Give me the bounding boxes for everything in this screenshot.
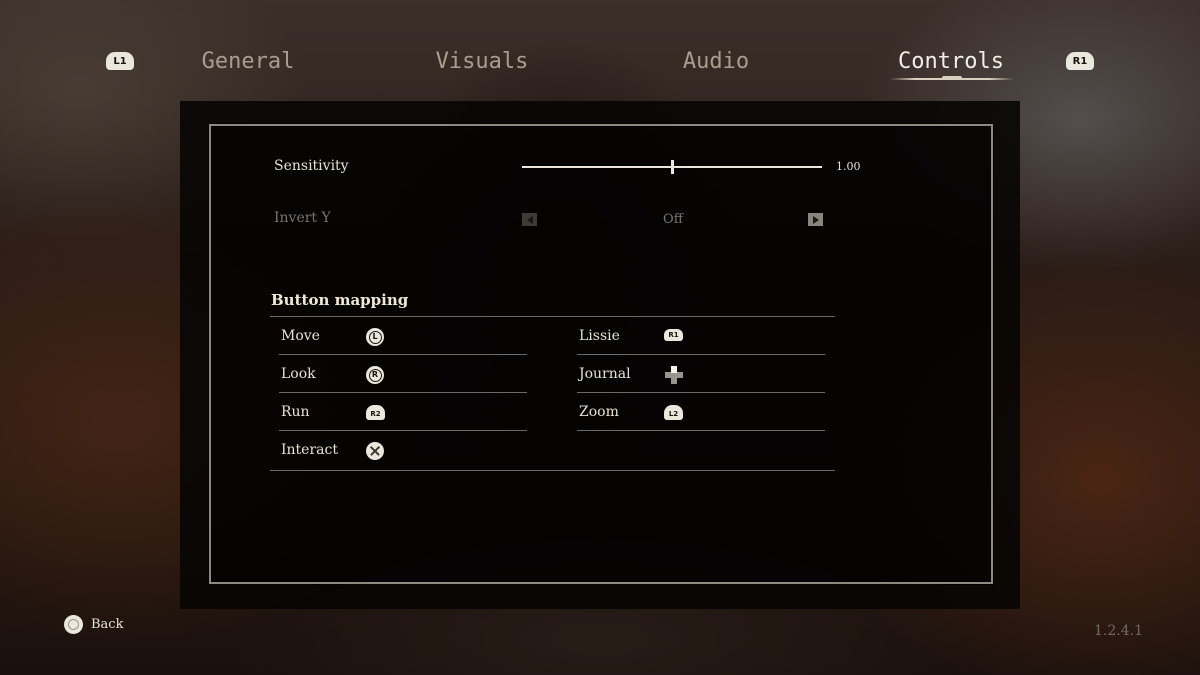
r1-shoulder-icon[interactable]: R1 — [1066, 52, 1094, 70]
arrow-right-icon — [812, 215, 819, 224]
version-label: 1.2.4.1 — [1094, 623, 1143, 639]
mapping-action-label: Zoom — [579, 404, 619, 420]
active-tab-underline — [890, 76, 1014, 80]
mapping-row-zoom: Zoom L2 — [577, 393, 825, 431]
invert-y-next-button[interactable] — [808, 213, 823, 226]
sensitivity-value: 1.00 — [836, 160, 861, 173]
mapping-action-label: Look — [281, 366, 316, 382]
r1-bumper-icon: R1 — [664, 329, 683, 341]
dpad-up-icon — [665, 366, 683, 384]
tab-general[interactable]: General — [188, 44, 308, 80]
l2-trigger-icon: L2 — [664, 405, 683, 420]
tab-controls[interactable]: Controls — [888, 44, 1014, 80]
mapping-row-move: Move L — [279, 317, 527, 355]
right-stick-icon: R — [366, 366, 384, 384]
mapping-action-label: Interact — [281, 442, 338, 458]
invert-y-label: Invert Y — [274, 210, 331, 226]
button-mapping-title: Button mapping — [271, 291, 409, 309]
mapping-action-label: Lissie — [579, 328, 620, 344]
top-tab-bar: L1 General Visuals Audio Controls R1 — [0, 40, 1200, 90]
circle-button-icon[interactable] — [64, 615, 83, 634]
arrow-left-icon — [526, 215, 533, 224]
left-stick-icon: L — [366, 328, 384, 346]
mapping-action-label: Journal — [579, 366, 631, 382]
mapping-action-label: Run — [281, 404, 310, 420]
tab-visuals[interactable]: Visuals — [420, 44, 544, 80]
sensitivity-slider-thumb[interactable] — [670, 160, 674, 174]
sensitivity-label: Sensitivity — [274, 158, 349, 174]
button-mapping-bottom-divider — [270, 470, 835, 471]
mapping-action-label: Move — [281, 328, 320, 344]
l1-shoulder-icon[interactable]: L1 — [106, 52, 134, 70]
mapping-row-interact: Interact — [279, 431, 527, 469]
mapping-row-journal: Journal — [577, 355, 825, 393]
back-button[interactable]: Back — [91, 617, 123, 632]
r2-trigger-icon: R2 — [366, 405, 385, 420]
sensitivity-slider[interactable] — [522, 160, 822, 174]
cross-button-icon — [366, 442, 384, 460]
invert-y-value: Off — [663, 212, 683, 227]
invert-y-prev-button[interactable] — [522, 213, 537, 226]
mapping-row-look: Look R — [279, 355, 527, 393]
mapping-row-run: Run R2 — [279, 393, 527, 431]
mapping-row-lissie: Lissie R1 — [577, 317, 825, 355]
tab-audio[interactable]: Audio — [668, 44, 764, 80]
